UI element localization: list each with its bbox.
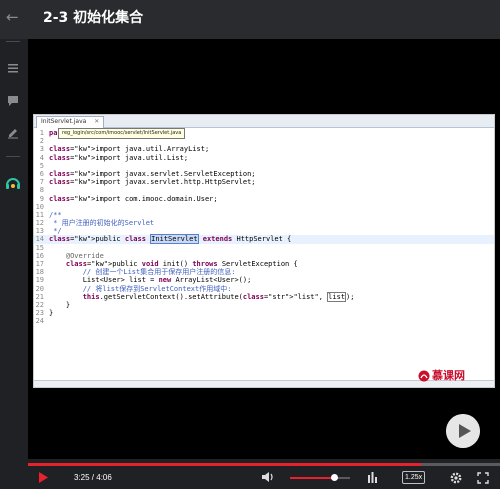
- line-number: 20: [35, 284, 44, 293]
- line-number: 13: [35, 227, 44, 236]
- watermark: 慕课网: [418, 369, 498, 383]
- code-line: 5: [34, 162, 494, 170]
- code-line: 15: [34, 244, 494, 252]
- line-number: 3: [39, 145, 44, 154]
- code-text: /**: [49, 210, 62, 219]
- imooc-logo-icon: [418, 370, 430, 382]
- time-display: 3:25 / 4:06: [74, 472, 112, 483]
- code-text: class="kw">public void init() throws Ser…: [65, 260, 298, 268]
- line-number: 12: [35, 219, 44, 228]
- code-text: class="kw">public class InitServlet exte…: [49, 234, 292, 245]
- line-number: 2: [39, 137, 44, 146]
- line-number: 23: [35, 309, 44, 318]
- back-arrow-icon[interactable]: ←: [6, 9, 22, 25]
- line-number: 24: [35, 317, 44, 326]
- line-number: 8: [39, 186, 44, 195]
- list-icon[interactable]: [6, 61, 20, 75]
- code-text: class="kw">import java.util.ArrayList;: [49, 145, 210, 154]
- gear-icon[interactable]: [450, 472, 462, 484]
- code-text: pa: [49, 129, 58, 137]
- line-number: 10: [35, 202, 44, 211]
- code-line: 14 class="kw">public class InitServlet ex…: [34, 234, 494, 245]
- line-number: 5: [39, 161, 44, 170]
- line-number: 4: [39, 153, 44, 162]
- editor-tab-bar: InitServlet.java ✕: [34, 115, 494, 128]
- current-time: 3:25: [74, 473, 90, 482]
- tab-label: InitServlet.java: [41, 118, 87, 125]
- code-line: 7 class="kw">import javax.servlet.http.Ht…: [34, 178, 494, 186]
- code-line: 23}: [34, 309, 494, 317]
- code-text: class="kw">import javax.servlet.http.Htt…: [49, 178, 256, 187]
- comment-icon[interactable]: [6, 94, 20, 108]
- sidebar-divider: [6, 41, 20, 42]
- code-line: 12 * 用户注册的初始化的Servlet: [34, 219, 494, 227]
- watermark-text: 慕课网: [432, 369, 465, 382]
- code-line: 18 // 创建一个List集合用于保存用户注册的信息:: [34, 268, 494, 276]
- code-text: * 用户注册的初始化的Servlet: [49, 219, 155, 228]
- edit-icon[interactable]: [6, 125, 20, 139]
- duration: 4:06: [96, 473, 112, 482]
- code-text: this.getServletContext().setAttribute(cl…: [82, 291, 355, 302]
- header-bar: ← 2-3 初始化集合: [0, 0, 500, 39]
- speed-button[interactable]: 1.25x: [402, 471, 426, 484]
- code-line: 8: [34, 186, 494, 194]
- code-text: }: [49, 300, 71, 309]
- code-line: 21 this.getServletContext().setAttribute…: [34, 291, 494, 302]
- page-title: 2-3 初始化集合: [43, 10, 144, 26]
- code-editor[interactable]: 1 pa 2 3 class="kw">import java.util.ArrayLi…: [34, 129, 494, 326]
- code-text: // 将list保存到ServletContext作用域中:: [49, 284, 232, 293]
- code-line: 16 @Override: [34, 252, 494, 260]
- file-path-tooltip: reg_login/src/com/imooc/servlet/InitServ…: [58, 128, 186, 139]
- code-line: 19 List<User> list = new ArrayList<User>…: [34, 276, 494, 284]
- sidebar-divider: [6, 156, 20, 157]
- code-line: 9 class="kw">import com.imooc.domain.User…: [34, 195, 494, 203]
- line-number: 1: [39, 129, 44, 137]
- line-number: 15: [35, 243, 44, 252]
- code-line: 24: [34, 317, 494, 325]
- code-line: 20 // 将list保存到ServletContext作用域中:: [34, 285, 494, 293]
- fullscreen-icon[interactable]: [477, 472, 489, 484]
- line-number: 21: [35, 292, 44, 301]
- line-number: 11: [35, 210, 44, 219]
- line-number: 6: [39, 169, 44, 178]
- code-text: class="kw">import javax.servlet.ServletE…: [49, 169, 256, 178]
- headset-icon[interactable]: [5, 175, 21, 191]
- volume-knob[interactable]: [331, 474, 338, 481]
- play-icon[interactable]: [38, 472, 48, 483]
- code-line: 6 class="kw">import javax.servlet.Servlet…: [34, 170, 494, 178]
- close-icon[interactable]: ✕: [94, 118, 99, 125]
- line-number: 7: [39, 178, 44, 187]
- sidebar: [0, 39, 28, 489]
- line-number: 19: [35, 276, 44, 285]
- code-text: class="kw">import java.util.List;: [49, 153, 189, 162]
- eclipse-editor: InitServlet.java ✕ 1 pa 2 3 class="kw">impor…: [33, 114, 495, 388]
- progress-fill: [28, 463, 421, 466]
- volume-icon[interactable]: [261, 471, 274, 483]
- line-number: 18: [35, 268, 44, 277]
- code-line: 4 class="kw">import java.util.List;: [34, 154, 494, 162]
- code-text: List<User> list = new ArrayList<User>();: [49, 276, 252, 285]
- line-number: 16: [35, 251, 44, 260]
- tab-initservlet[interactable]: InitServlet.java ✕: [36, 116, 105, 128]
- code-line: 17 class="kw">public void init() throws …: [34, 260, 494, 268]
- chapters-icon[interactable]: [367, 472, 378, 483]
- volume-fill: [290, 477, 334, 479]
- code-text: // 创建一个List集合用于保存用户注册的信息:: [49, 268, 236, 277]
- code-line: 3 class="kw">import java.util.ArrayList;: [34, 145, 494, 153]
- code-text: }: [49, 309, 54, 318]
- line-number: 17: [35, 260, 44, 268]
- code-line: 10: [34, 203, 494, 211]
- code-line: 22 }: [34, 301, 494, 309]
- code-text: @Override: [49, 251, 104, 260]
- line-number: 9: [39, 194, 44, 203]
- line-number: 14: [35, 235, 44, 244]
- code-line: 11 /**: [34, 211, 494, 219]
- line-number: 22: [35, 300, 44, 309]
- code-text: class="kw">import com.imooc.domain.User;: [49, 194, 218, 203]
- big-play-icon[interactable]: [446, 414, 480, 448]
